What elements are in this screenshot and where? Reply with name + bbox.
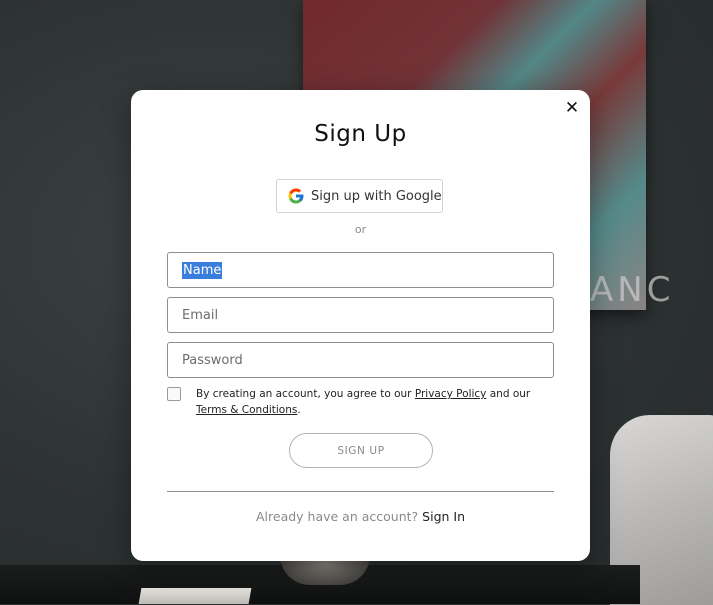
terms-checkbox[interactable] xyxy=(167,387,181,401)
email-placeholder: Email xyxy=(182,307,219,323)
google-signup-button[interactable]: Sign up with Google xyxy=(276,179,443,213)
terms-suffix: . xyxy=(297,404,301,416)
close-icon: ✕ xyxy=(564,98,580,118)
close-button[interactable]: ✕ xyxy=(563,99,581,117)
signup-modal: ✕ Sign Up Sign up with Google or Name Em… xyxy=(131,90,590,561)
signin-link[interactable]: Sign In xyxy=(422,509,465,524)
modal-title: Sign Up xyxy=(314,121,407,147)
privacy-policy-link[interactable]: Privacy Policy xyxy=(415,388,487,400)
terms-conditions-link[interactable]: Terms & Conditions xyxy=(196,404,297,416)
terms-text: By creating an account, you agree to our… xyxy=(196,386,556,418)
google-button-label: Sign up with Google xyxy=(311,188,442,204)
password-input[interactable]: Password xyxy=(167,342,554,378)
terms-middle: and our xyxy=(486,388,531,400)
name-input[interactable]: Name xyxy=(167,252,554,288)
painting-text: ANC xyxy=(590,270,675,310)
divider xyxy=(167,491,554,492)
password-placeholder: Password xyxy=(182,352,243,368)
signup-button[interactable]: SIGN UP xyxy=(289,433,433,468)
background-books xyxy=(138,588,252,604)
email-input[interactable]: Email xyxy=(167,297,554,333)
signin-prompt: Already have an account? xyxy=(255,509,419,524)
signin-line: Already have an account? Sign In xyxy=(131,509,590,524)
name-input-value: Name xyxy=(182,261,223,279)
google-icon xyxy=(288,188,304,204)
or-separator: or xyxy=(354,223,367,236)
terms-prefix: By creating an account, you agree to our xyxy=(196,388,415,400)
